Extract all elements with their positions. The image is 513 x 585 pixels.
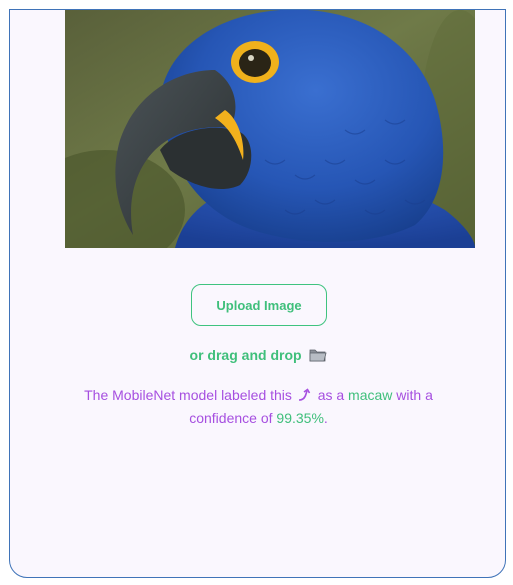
- app-card: Upload Image or drag and drop The Mobile…: [9, 9, 506, 578]
- predicted-label: macaw: [348, 387, 393, 403]
- result-mid: as a: [317, 387, 345, 403]
- uploaded-image: [65, 10, 475, 248]
- result-suffix: .: [323, 410, 328, 426]
- upload-image-button[interactable]: Upload Image: [191, 284, 327, 326]
- confidence-value: 99.35%: [276, 410, 324, 426]
- drag-drop-text: or drag and drop: [189, 347, 302, 363]
- arrow-up-right-icon: [297, 387, 313, 408]
- drag-drop-hint[interactable]: or drag and drop: [10, 346, 505, 366]
- result-prefix: The MobileNet model labeled this: [84, 387, 292, 403]
- folder-icon: [309, 348, 327, 366]
- prediction-result: The MobileNet model labeled this as a ma…: [50, 385, 467, 429]
